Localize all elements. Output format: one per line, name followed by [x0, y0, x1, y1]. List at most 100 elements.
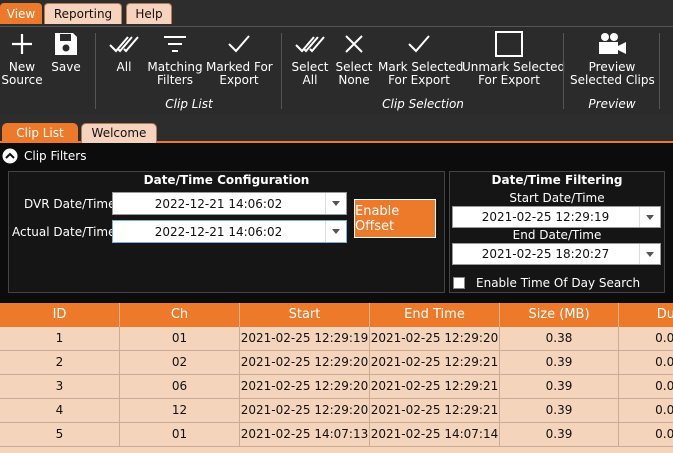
- menu-bar: View Reporting Help: [0, 0, 673, 26]
- preview-selected-clips-label: Preview Selected Clips: [570, 60, 655, 87]
- save-button[interactable]: Save: [46, 27, 86, 74]
- cell-end-time: 2021-02-25 12:29:21: [370, 375, 500, 398]
- video-camera-icon: [570, 27, 654, 61]
- cell-id: 2: [0, 351, 120, 374]
- end-datetime-input[interactable]: 2021-02-25 18:20:27: [452, 243, 661, 265]
- cell-end-time: 2021-02-25 14:07:14: [370, 423, 500, 446]
- cell-start: 2021-02-25 14:07:13: [240, 423, 370, 446]
- column-header-id[interactable]: ID: [0, 303, 120, 327]
- marked-for-export-button[interactable]: Marked For Export: [206, 27, 273, 87]
- dropdown-arrow-icon[interactable]: [639, 244, 660, 264]
- select-none-label: Select None: [335, 60, 373, 87]
- select-all-label: Select All: [291, 60, 329, 87]
- cell-ch: 12: [120, 399, 240, 422]
- show-all-button[interactable]: All: [104, 27, 144, 74]
- datetime-filtering-title: Date/Time Filtering: [491, 173, 623, 187]
- table-header-row: ID Ch Start End Time Size (MB) Dur: [0, 303, 673, 327]
- actual-datetime-label: Actual Date/Time:: [12, 225, 120, 239]
- empty-square-icon: [462, 27, 556, 61]
- cell-end-time: 2021-02-25 12:29:20: [370, 327, 500, 350]
- filter-icon: [146, 27, 204, 61]
- x-icon: [334, 27, 374, 61]
- dropdown-arrow-icon[interactable]: [325, 221, 346, 242]
- select-none-button[interactable]: Select None: [334, 27, 374, 87]
- table-row[interactable]: 4 12 2021-02-25 12:29:20 2021-02-25 12:29:2…: [0, 399, 673, 423]
- clip-filters-panel: Clip Filters Date/Time Configuration DVR…: [0, 143, 673, 303]
- dropdown-arrow-icon[interactable]: [639, 207, 660, 227]
- column-header-duration[interactable]: Dur: [619, 303, 673, 327]
- floppy-disk-icon: [46, 27, 86, 61]
- mark-selected-label: Mark Selected For Export: [378, 60, 464, 87]
- tab-welcome[interactable]: Welcome: [81, 123, 157, 143]
- select-all-button[interactable]: Select All: [290, 27, 330, 87]
- cell-id: 5: [0, 423, 120, 446]
- menu-tab-help[interactable]: Help: [126, 3, 172, 24]
- save-label: Save: [51, 60, 81, 74]
- new-source-button[interactable]: New Source: [0, 27, 44, 87]
- time-of-day-checkbox[interactable]: [453, 277, 465, 289]
- group-separator: [95, 33, 96, 109]
- start-datetime-input[interactable]: 2021-02-25 12:29:19: [452, 206, 661, 228]
- dvr-datetime-input[interactable]: 2022-12-21 14:06:02: [112, 192, 347, 215]
- group-separator: [281, 33, 282, 109]
- table-row[interactable]: 3 06 2021-02-25 12:29:20 2021-02-25 12:29:2…: [0, 375, 673, 399]
- cell-start: 2021-02-25 12:29:19: [240, 327, 370, 350]
- dropdown-arrow-icon[interactable]: [325, 193, 346, 214]
- enable-offset-button[interactable]: Enable Offset: [354, 199, 436, 238]
- clip-table: ID Ch Start End Time Size (MB) Dur 10120…: [0, 303, 673, 453]
- cell-duration: 0.02: [619, 351, 673, 374]
- cell-size: 0.39: [500, 399, 619, 422]
- cell-ch: 02: [120, 351, 240, 374]
- collapse-filters-toggle[interactable]: [2, 148, 18, 167]
- preview-group-label: Preview: [588, 97, 636, 111]
- cell-duration: 0.02: [619, 375, 673, 398]
- marked-for-export-label: Marked For Export: [206, 60, 273, 87]
- dvr-datetime-label: DVR Date/Time:: [24, 197, 120, 211]
- cell-ch: 01: [120, 423, 240, 446]
- matching-filters-button[interactable]: Matching Filters: [146, 27, 204, 87]
- menu-tab-view[interactable]: View: [0, 3, 42, 24]
- end-datetime-label: End Date/Time: [512, 228, 602, 242]
- ribbon-toolbar: New Source Save All Matching Filters Mar…: [0, 26, 673, 116]
- plus-icon: [0, 27, 44, 61]
- cell-size: 0.39: [500, 351, 619, 374]
- cell-start: 2021-02-25 12:29:20: [240, 375, 370, 398]
- column-header-start[interactable]: Start: [240, 303, 370, 327]
- cell-size: 0.39: [500, 375, 619, 398]
- menu-tab-reporting[interactable]: Reporting: [44, 3, 122, 24]
- table-row[interactable]: 1 01 2021-02-25 12:29:19 2021-02-25 12:29:2…: [0, 327, 673, 351]
- column-header-ch[interactable]: Ch: [120, 303, 240, 327]
- cell-start: 2021-02-25 12:29:20: [240, 351, 370, 374]
- cell-duration: 0.02: [619, 399, 673, 422]
- matching-filters-label: Matching Filters: [147, 60, 203, 87]
- cell-start: 2021-02-25 12:29:20: [240, 399, 370, 422]
- cell-size: 0.39: [500, 423, 619, 446]
- all-label: All: [116, 60, 132, 74]
- group-separator: [659, 33, 660, 109]
- chevron-up-icon: [2, 148, 18, 164]
- preview-selected-clips-button[interactable]: Preview Selected Clips: [570, 27, 655, 87]
- cell-ch: 01: [120, 327, 240, 350]
- start-datetime-value: 2021-02-25 12:29:19: [481, 210, 610, 224]
- clip-list-group-label: Clip List: [165, 97, 213, 111]
- mark-selected-button[interactable]: Mark Selected For Export: [378, 27, 464, 87]
- cell-end-time: 2021-02-25 12:29:21: [370, 351, 500, 374]
- cell-ch: 06: [120, 375, 240, 398]
- cell-size: 0.38: [500, 327, 619, 350]
- cell-id: 3: [0, 375, 120, 398]
- datetime-config-title: Date/Time Configuration: [143, 173, 310, 187]
- new-source-label: New Source: [1, 60, 43, 87]
- column-header-size[interactable]: Size (MB): [500, 303, 619, 327]
- column-header-end-time[interactable]: End Time: [370, 303, 500, 327]
- cell-duration: 0.02: [619, 423, 673, 446]
- end-datetime-value: 2021-02-25 18:20:27: [481, 247, 610, 261]
- actual-datetime-input[interactable]: 2022-12-21 14:06:02: [112, 220, 347, 243]
- double-check-icon: [290, 27, 330, 61]
- tab-clip-list[interactable]: Clip List: [2, 123, 78, 143]
- table-row[interactable]: 5 01 2021-02-25 14:07:13 2021-02-25 14:07:1…: [0, 423, 673, 447]
- cell-id: 1: [0, 327, 120, 350]
- unmark-selected-button[interactable]: Unmark Selected For Export: [462, 27, 565, 87]
- cell-end-time: 2021-02-25 12:29:21: [370, 399, 500, 422]
- table-row[interactable]: 2 02 2021-02-25 12:29:20 2021-02-25 12:29:2…: [0, 351, 673, 375]
- clip-filters-title: Clip Filters: [24, 149, 87, 163]
